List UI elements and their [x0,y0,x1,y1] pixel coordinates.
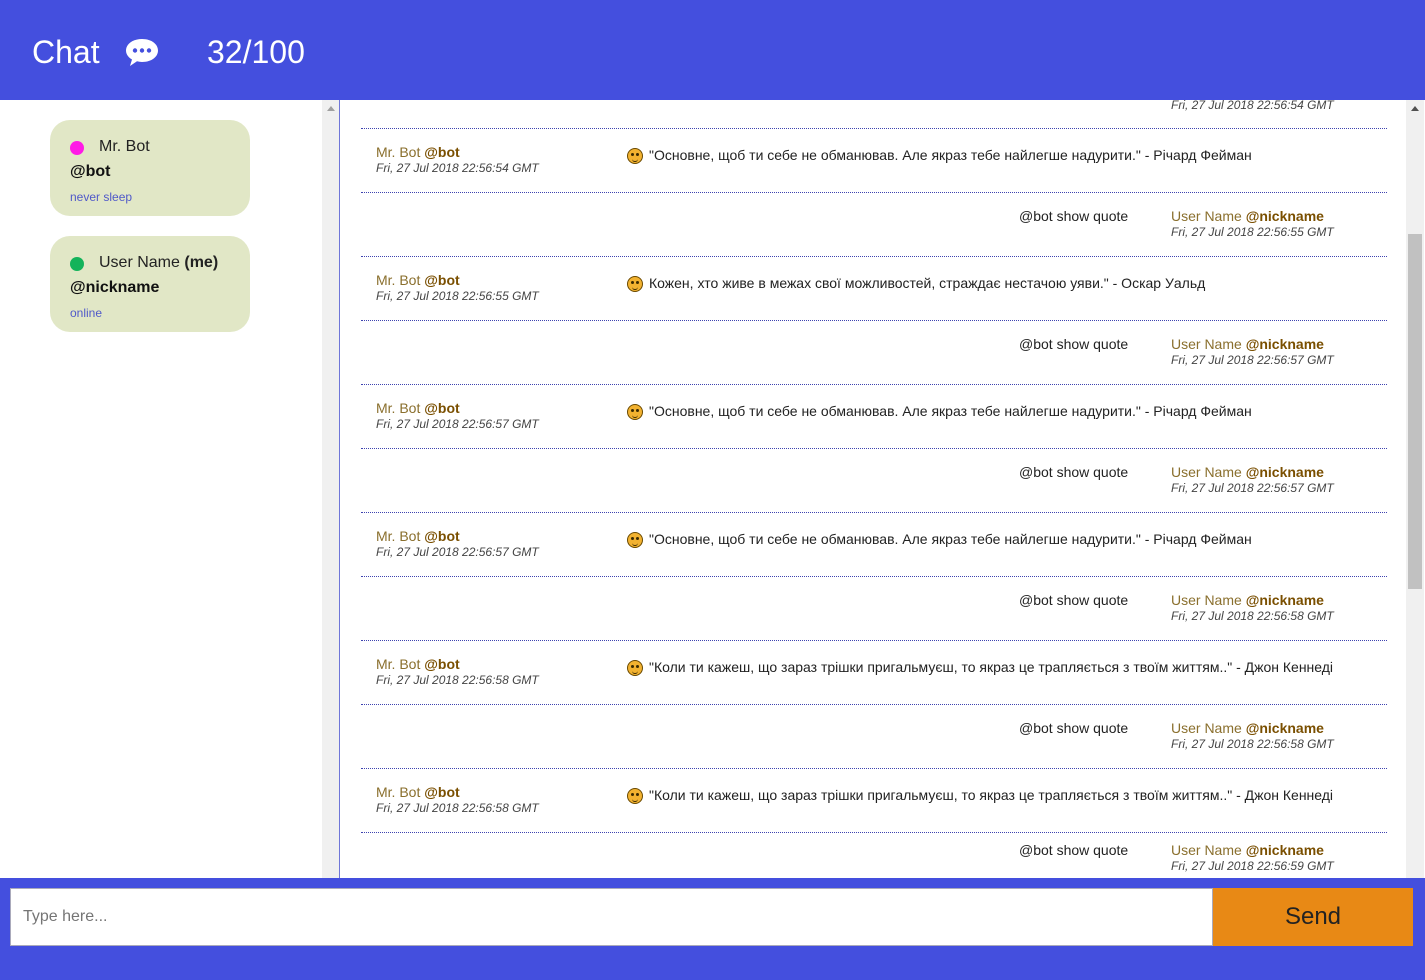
users-sidebar: Mr. Bot @bot never sleep User Name (me) … [0,100,323,878]
message-text: "Основне, щоб ти себе не обманював. Але … [649,147,1252,163]
scroll-up-arrow-icon[interactable] [327,106,335,111]
face-emoji-icon [627,404,643,420]
status-dot-icon [70,141,84,155]
user-message: @bot show quote User Name @nickname Fri,… [361,321,1387,385]
message-counter: 32/100 [207,34,305,70]
face-emoji-icon [627,276,643,292]
message-text: @bot show quote [1019,842,1129,858]
me-label: (me) [184,254,219,271]
message-row-partial: Fri, 27 Jul 2018 22:56:54 GMT [361,100,1387,129]
message-text: @bot show quote [1019,720,1129,736]
message-time: Fri, 27 Jul 2018 22:56:59 GMT [1171,859,1334,873]
bot-message: Mr. Bot @bot Fri, 27 Jul 2018 22:56:57 G… [361,385,1387,449]
message-time: Fri, 27 Jul 2018 22:56:54 GMT [1171,100,1334,112]
message-text: @bot show quote [1019,336,1129,352]
message-time: Fri, 27 Jul 2018 22:56:54 GMT [376,161,539,175]
app-title: Chat [32,34,100,70]
message-time: Fri, 27 Jul 2018 22:56:57 GMT [376,417,539,431]
status-dot-icon [70,257,84,271]
message-text: @bot show quote [1019,592,1129,608]
bot-message: Mr. Bot @bot Fri, 27 Jul 2018 22:56:55 G… [361,257,1387,321]
user-message: @bot show quote User Name @nickname Fri,… [361,833,1387,878]
bot-message: Mr. Bot @bot Fri, 27 Jul 2018 22:56:57 G… [361,513,1387,577]
message-time: Fri, 27 Jul 2018 22:56:55 GMT [1171,225,1334,239]
message-input[interactable] [10,888,1213,946]
message-author: User Name @nickname [1171,464,1324,480]
message-list: Fri, 27 Jul 2018 22:56:54 GMT Mr. Bot @b… [339,100,1406,878]
user-nick: @nickname [70,279,160,296]
bot-message: Mr. Bot @bot Fri, 27 Jul 2018 22:56:58 G… [361,641,1387,705]
message-author: User Name @nickname [1171,842,1324,858]
message-author: Mr. Bot @bot [376,784,460,800]
message-author: Mr. Bot @bot [376,656,460,672]
message-time: Fri, 27 Jul 2018 22:56:57 GMT [376,545,539,559]
message-author: Mr. Bot @bot [376,528,460,544]
face-emoji-icon [627,788,643,804]
composer-bar: Send [0,878,1425,980]
user-nick: @bot [70,163,111,180]
message-author: User Name @nickname [1171,720,1324,736]
user-status: never sleep [70,190,133,204]
user-message: @bot show quote User Name @nickname Fri,… [361,577,1387,641]
user-name: User Name (me) [99,254,219,271]
message-text: "Коли ти кажеш, що зараз трішки пригальм… [649,787,1334,803]
user-card-me[interactable]: User Name (me) @nickname online [50,236,250,332]
app-header: Chat 32/100 [0,0,1425,100]
face-emoji-icon [627,532,643,548]
message-text: "Основне, щоб ти себе не обманював. Але … [649,531,1252,547]
message-list-scrollbar[interactable] [1406,100,1424,878]
message-time: Fri, 27 Jul 2018 22:56:58 GMT [1171,609,1334,623]
message-text: @bot show quote [1019,208,1129,224]
message-author: User Name @nickname [1171,592,1324,608]
bot-message: Mr. Bot @bot Fri, 27 Jul 2018 22:56:58 G… [361,769,1387,833]
message-text: "Коли ти кажеш, що зараз трішки пригальм… [649,659,1334,675]
face-emoji-icon [627,148,643,164]
scrollbar-thumb[interactable] [1408,234,1422,589]
message-time: Fri, 27 Jul 2018 22:56:55 GMT [376,289,539,303]
user-message: @bot show quote User Name @nickname Fri,… [361,705,1387,769]
message-time: Fri, 27 Jul 2018 22:56:58 GMT [1171,737,1334,751]
message-time: Fri, 27 Jul 2018 22:56:57 GMT [1171,481,1334,495]
message-text: Кожен, хто живе в межах свої можливостей… [649,275,1206,291]
scroll-up-arrow-icon[interactable] [1411,106,1419,111]
message-author: Mr. Bot @bot [376,400,460,416]
message-author: Mr. Bot @bot [376,272,460,288]
user-card-bot[interactable]: Mr. Bot @bot never sleep [50,120,250,216]
bot-message: Mr. Bot @bot Fri, 27 Jul 2018 22:56:54 G… [361,129,1387,193]
message-text: @bot show quote [1019,464,1129,480]
user-name: Mr. Bot [99,138,150,155]
message-time: Fri, 27 Jul 2018 22:56:58 GMT [376,673,539,687]
message-author: Mr. Bot @bot [376,144,460,160]
message-time: Fri, 27 Jul 2018 22:56:57 GMT [1171,353,1334,367]
message-author: User Name @nickname [1171,336,1324,352]
message-time: Fri, 27 Jul 2018 22:56:58 GMT [376,801,539,815]
user-status: online [70,306,103,320]
send-button[interactable]: Send [1213,888,1413,946]
message-author: User Name @nickname [1171,208,1324,224]
face-emoji-icon [627,660,643,676]
message-text: "Основне, щоб ти себе не обманював. Але … [649,403,1252,419]
user-message: @bot show quote User Name @nickname Fri,… [361,449,1387,513]
speech-bubble-icon [126,39,158,66]
sidebar-scrollbar[interactable] [322,100,340,878]
user-message: @bot show quote User Name @nickname Fri,… [361,193,1387,257]
